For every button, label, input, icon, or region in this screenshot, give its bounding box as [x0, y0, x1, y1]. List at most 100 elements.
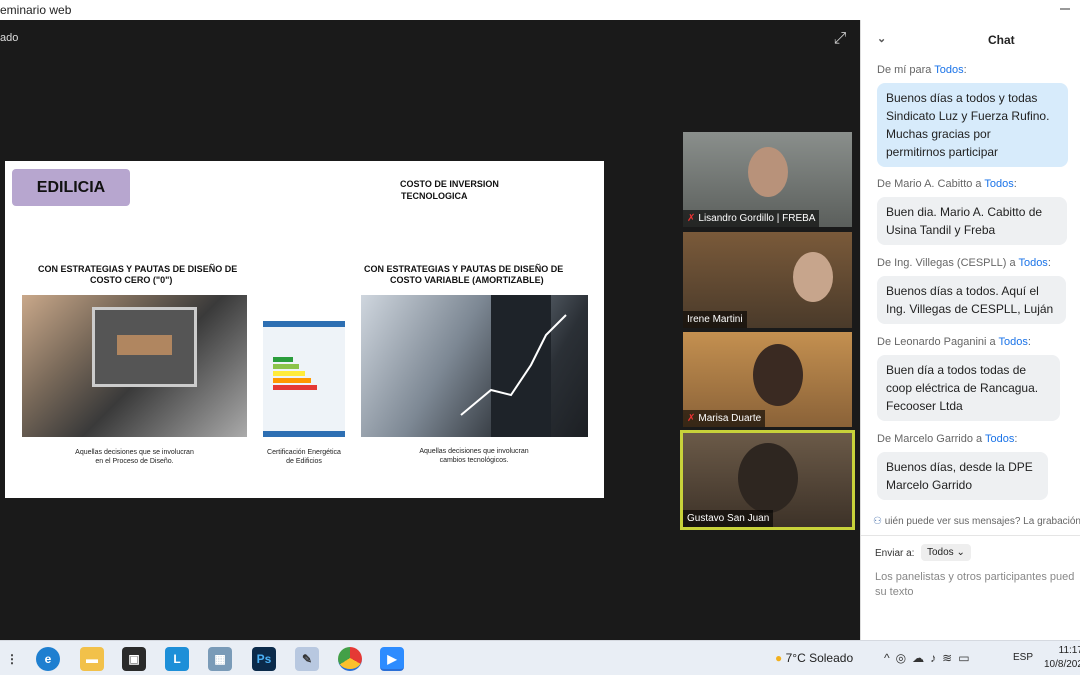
message-line: Buen dia. Mario A. Cabitto de	[886, 205, 1043, 219]
left-heading-1: CON ESTRATEGIAS Y PAUTAS DE DISEÑO DE	[38, 264, 238, 274]
caption-mid: Certificación Energética de Edificios	[253, 448, 355, 466]
participant-name: Lisandro Gordillo | FREBA	[698, 213, 816, 224]
message-visibility-notice[interactable]: ⚇ uién puede ver sus mensajes? La grabac…	[873, 516, 1080, 527]
caption-right-2: cambios tecnológicos.	[439, 457, 509, 464]
weather-widget[interactable]: ● 7°C Soleado	[775, 651, 853, 665]
sender-from: De Mario A. Cabitto a	[877, 178, 982, 190]
caption-right: Aquellas decisiones que involucran cambio…	[399, 447, 549, 465]
chat-sender: De Ing. Villegas (CESPLL) a Todos:	[877, 257, 1051, 269]
edge-icon[interactable]: e	[36, 647, 60, 671]
chat-message: Buenos días a todos. Aquí el Ing. Villeg…	[877, 276, 1066, 324]
network-icon[interactable]: ◎	[896, 651, 912, 665]
mic-muted-icon: ✗	[687, 413, 696, 424]
weather-desc: Soleado	[809, 651, 854, 665]
minimize-icon[interactable]	[1058, 2, 1072, 16]
participant-name-tag: Irene Martini	[683, 311, 747, 328]
participant-name: Marisa Duarte	[698, 413, 762, 424]
video-label: ado	[0, 32, 19, 44]
caption-right-1: Aquellas decisiones que involucran	[419, 448, 529, 455]
participant-name: Irene Martini	[687, 314, 743, 325]
language-indicator[interactable]: ESP	[1013, 652, 1033, 663]
chevron-up-icon[interactable]: ^	[884, 651, 896, 665]
energy-certificate-image	[263, 321, 345, 437]
sender-to[interactable]: Todos	[934, 64, 963, 76]
chat-sender: De mí para Todos:	[877, 64, 967, 76]
onedrive-icon[interactable]: ☁	[912, 651, 930, 665]
business-chart-image	[361, 295, 588, 437]
participant-tile[interactable]: ✗ Lisandro Gordillo | FREBA	[683, 132, 852, 227]
send-to-value: Todos	[927, 547, 954, 558]
clock-date: 10/8/202	[1044, 659, 1080, 670]
participant-tile[interactable]: ✗ Marisa Duarte	[683, 332, 852, 427]
design-computer-image	[22, 295, 247, 437]
expand-icon[interactable]: ⤢	[829, 28, 851, 50]
sender-to[interactable]: Todos	[1018, 257, 1047, 269]
shared-slide: EDILICIA COSTO DE INVERSION TECNOLOGICA …	[5, 161, 604, 498]
task-view-icon[interactable]: ⋮	[0, 647, 24, 671]
participant-tile[interactable]: Irene Martini	[683, 232, 852, 328]
participant-name-tag: ✗ Lisandro Gordillo | FREBA	[683, 210, 820, 227]
wifi-icon[interactable]: ≋	[942, 651, 958, 665]
system-tray[interactable]: ^◎☁♪≋▭	[884, 651, 976, 665]
input-placeholder-1: Los panelistas y otros participantes pue…	[875, 571, 1075, 583]
chat-message: Buen dia. Mario A. Cabitto de Usina Tand…	[877, 197, 1067, 245]
slide-title-1: COSTO DE INVERSION	[400, 179, 499, 189]
chrome-icon[interactable]	[338, 647, 362, 671]
zoom-icon[interactable]: ▶	[380, 647, 404, 671]
photos-icon[interactable]: ▦	[208, 647, 232, 671]
message-line: Buen día a todos todas de	[886, 363, 1027, 377]
sender-from: De mí para	[877, 64, 932, 76]
send-to-label: Enviar a:	[875, 548, 915, 559]
sun-icon: ●	[775, 651, 783, 665]
store-icon[interactable]: ▣	[122, 647, 146, 671]
message-line: Fecooser Ltda	[886, 399, 963, 413]
window-titlebar: eminario web	[0, 0, 1080, 20]
sender-from: De Ing. Villegas (CESPLL) a	[877, 257, 1016, 269]
people-icon: ⚇	[873, 516, 882, 527]
mic-muted-icon: ✗	[687, 213, 696, 224]
send-to-dropdown[interactable]: Todos ⌄	[921, 544, 971, 561]
participant-name-tag: ✗ Marisa Duarte	[683, 410, 766, 427]
sender-to[interactable]: Todos	[999, 336, 1028, 348]
chat-sender: De Leonardo Paganini a Todos:	[877, 336, 1031, 348]
chat-sender: De Mario A. Cabitto a Todos:	[877, 178, 1017, 190]
notice-text: uién puede ver sus mensajes? La grabació…	[884, 516, 1080, 527]
battery-icon[interactable]: ▭	[958, 651, 975, 665]
chat-panel: ⌄ Chat De mí para Todos: Buenos días a t…	[860, 20, 1080, 640]
caption-mid-1: Certificación Energética	[267, 449, 341, 456]
message-line: Usina Tandil y Freba	[886, 223, 996, 237]
sender-to[interactable]: Todos	[985, 433, 1014, 445]
chat-header: ⌄ Chat	[861, 20, 1080, 58]
message-line: Buenos días a todos y todas	[886, 91, 1038, 105]
growth-chart-graphic	[460, 314, 567, 416]
input-placeholder-2: su texto	[875, 586, 914, 598]
clock[interactable]: 11:17 10/8/202	[1044, 644, 1080, 672]
photoshop-icon[interactable]: Ps	[252, 647, 276, 671]
message-line: Ing. Villegas de CESPLL, Luján	[886, 302, 1054, 316]
right-heading-1: CON ESTRATEGIAS Y PAUTAS DE DISEÑO DE	[364, 264, 564, 274]
chat-title: Chat	[988, 33, 1015, 47]
message-line: Sindicato Luz y Fuerza Rufino.	[886, 109, 1050, 123]
right-heading-2: COSTO VARIABLE (AMORTIZABLE)	[390, 275, 544, 285]
clock-time: 11:17	[1058, 645, 1080, 656]
slide-title-2: TECNOLOGICA	[401, 191, 468, 201]
chat-message: Buenos días, desde la DPE Marcelo Garrid…	[877, 452, 1048, 500]
chat-sender: De Marcelo Garrido a Todos:	[877, 433, 1018, 445]
caption-left-2: en el Proceso de Diseño.	[95, 458, 174, 465]
paint-icon[interactable]: ✎	[295, 647, 319, 671]
message-line: Muchas gracias por	[886, 127, 991, 141]
message-line: Buenos días a todos. Aquí el	[886, 284, 1039, 298]
sender-to[interactable]: Todos	[984, 178, 1013, 190]
file-explorer-icon[interactable]: ▬	[80, 647, 104, 671]
participant-tile-active[interactable]: Gustavo San Juan	[680, 430, 855, 530]
volume-icon[interactable]: ♪	[930, 651, 942, 665]
message-line: permitirnos participar	[886, 145, 999, 159]
chevron-down-icon[interactable]: ⌄	[877, 32, 886, 45]
participant-name-tag: Gustavo San Juan	[683, 510, 774, 527]
app-l-icon[interactable]: L	[165, 647, 189, 671]
slide-tag: EDILICIA	[12, 169, 130, 206]
weather-temp: 7°C	[785, 651, 806, 665]
chat-message-input[interactable]: Los panelistas y otros participantes pue…	[875, 570, 1080, 600]
window-title: eminario web	[0, 3, 72, 17]
left-heading-2: COSTO CERO ("0")	[90, 275, 173, 285]
